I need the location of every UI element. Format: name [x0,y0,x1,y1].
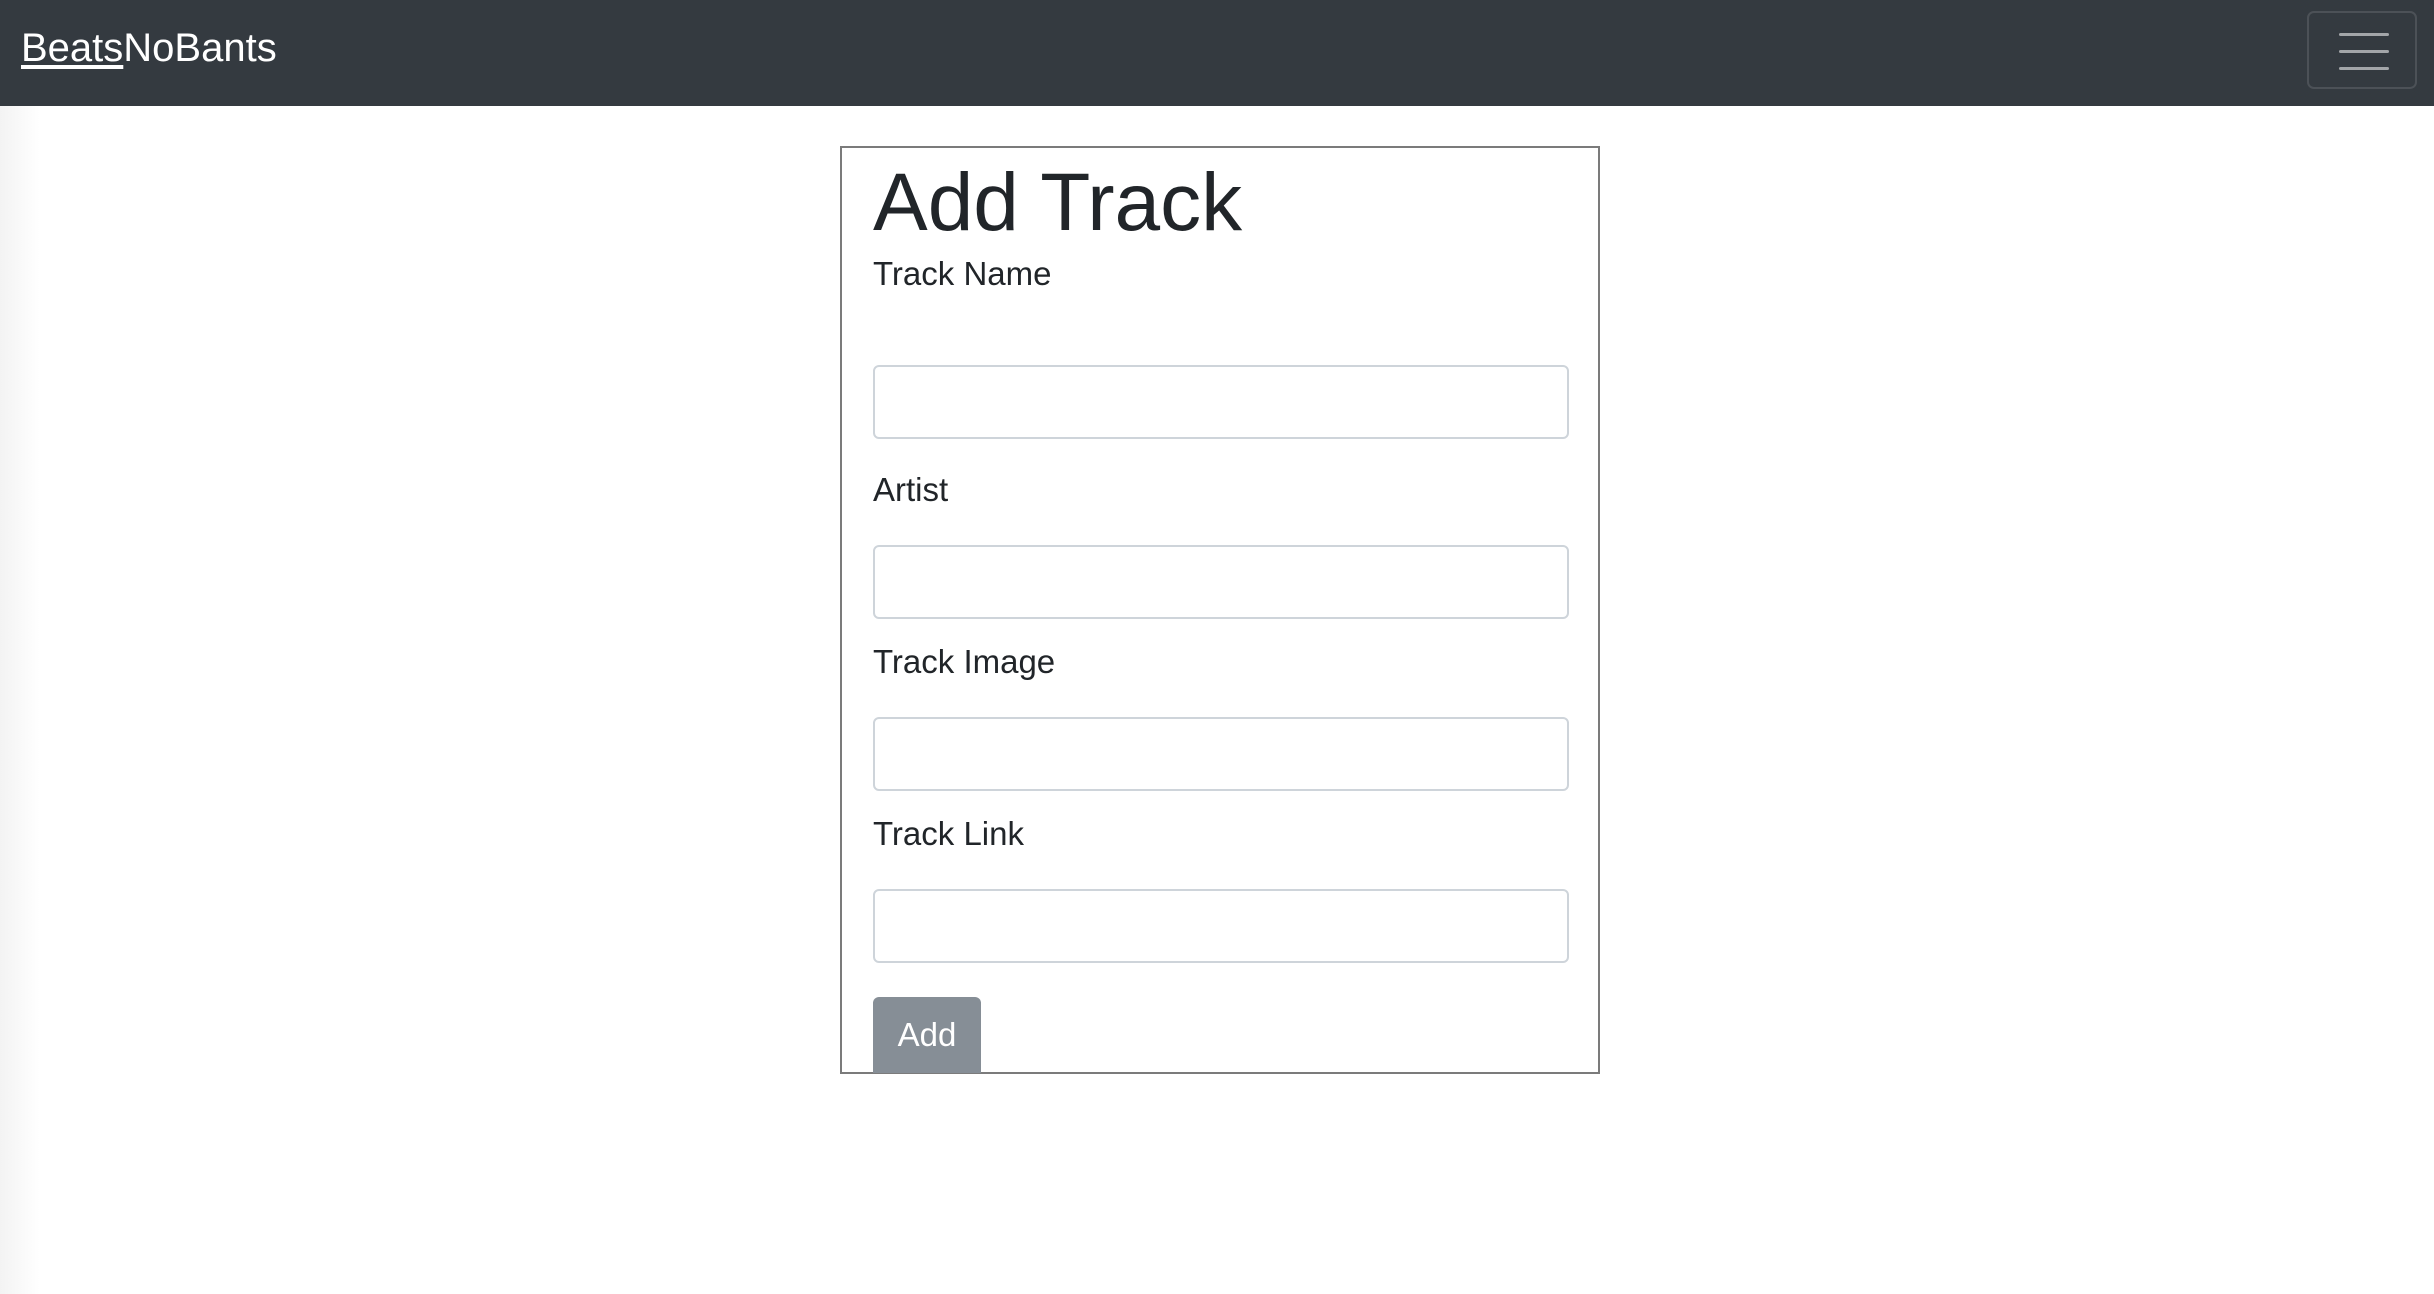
brand-home-link[interactable]: Beats [21,26,123,70]
brand-logo: BeatsNoBants [21,24,277,72]
track-image-input[interactable] [873,717,1569,791]
top-navbar: BeatsNoBants [0,0,2434,106]
track-link-label: Track Link [873,815,1024,852]
track-image-label: Track Image [873,643,1056,680]
page-edge-shade [0,106,40,1294]
artist-input[interactable] [873,545,1569,619]
track-link-input[interactable] [873,889,1569,963]
artist-label: Artist [873,471,949,508]
track-name-input[interactable] [873,365,1569,439]
add-track-form: Add Track Track Name Artist Track Image … [840,146,1600,1074]
track-name-label: Track Name [873,255,1052,292]
add-button[interactable]: Add [873,997,981,1073]
page-title: Add Track [873,157,1243,248]
navbar-toggle-button[interactable] [2307,11,2417,89]
brand-suffix: NoBants [123,26,277,70]
